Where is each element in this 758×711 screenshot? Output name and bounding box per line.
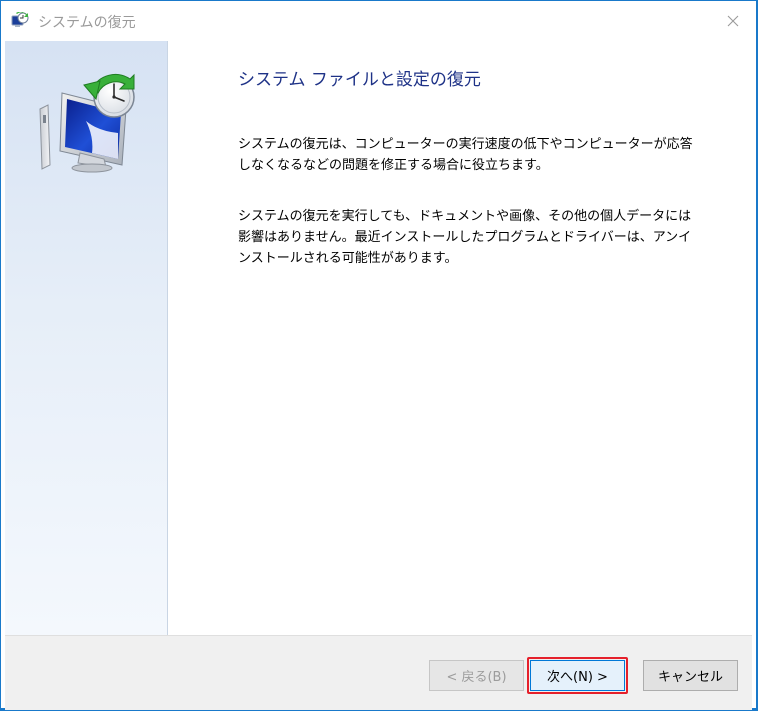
close-button[interactable] xyxy=(710,1,756,41)
page-title: システム ファイルと設定の復元 xyxy=(238,70,481,90)
back-button[interactable]: < 戻る(B) xyxy=(429,660,524,691)
title-bar[interactable]: システムの復元 xyxy=(1,1,756,41)
description-paragraph-2: システムの復元を実行しても、ドキュメントや画像、その他の個人データには影響はあり… xyxy=(238,209,692,266)
wizard-content: システム ファイルと設定の復元 システムの復元は、コンピューターの実行速度の低下… xyxy=(168,41,752,635)
wizard-footer: < 戻る(B) 次へ(N) > キャンセル xyxy=(5,635,752,710)
description-paragraph-1: システムの復元は、コンピューターの実行速度の低下やコンピューターが応答しなくなる… xyxy=(238,137,693,173)
wizard-sidebar xyxy=(5,41,168,635)
system-restore-monitor-clock-icon xyxy=(39,73,135,173)
system-restore-window: システムの復元 システム ファイルと設定の復元 システムの復元は、コンピューター… xyxy=(0,0,758,711)
cancel-button[interactable]: キャンセル xyxy=(643,660,738,691)
system-restore-icon xyxy=(11,12,29,27)
next-button[interactable]: 次へ(N) > xyxy=(530,660,625,691)
window-title: システムの復元 xyxy=(38,15,136,31)
close-icon xyxy=(727,15,739,27)
